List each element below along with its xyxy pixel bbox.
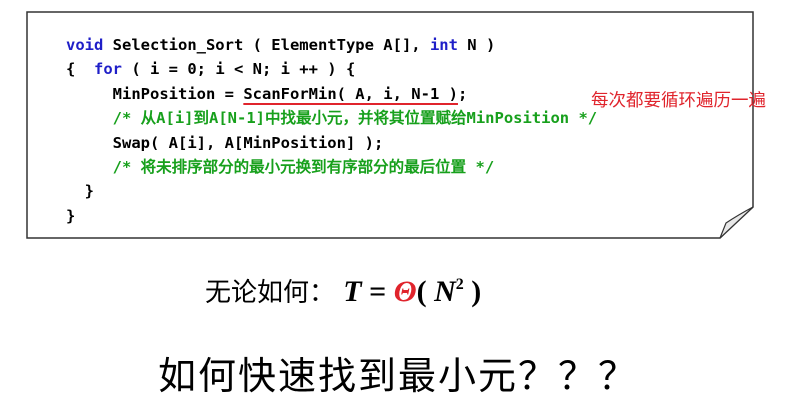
formula-label: 无论如何： [205, 278, 336, 308]
complexity-formula: 无论如何： T = Θ( N2 ) [205, 272, 481, 309]
code-comment: /* 从A[i]到A[N-1]中找最小元，并将其位置赋给MinPosition … [112, 109, 598, 128]
formula-math: T = Θ( N2 ) [343, 275, 482, 308]
code-line-7: } [66, 182, 94, 201]
code-line-5: Swap( A[i], A[MinPosition] ); [112, 133, 384, 152]
code-line-1: void Selection_Sort ( ElementType A[], i… [66, 36, 496, 54]
scan-for-min-call: ScanForMin( A, i, N-1 ) [243, 84, 458, 103]
keyword-int: int [429, 36, 458, 54]
loop-note: 每次都要循环遍历一遍 [591, 91, 766, 111]
keyword-for: for [94, 60, 122, 79]
code-line-4: /* 从A[i]到A[N-1]中找最小元，并将其位置赋给MinPosition … [66, 109, 597, 127]
code-line-3: MinPosition = ScanForMin( A, i, N-1 ); [112, 84, 468, 103]
code-line-6: /* 将未排序部分的最小元换到有序部分的最后位置 */ [66, 158, 495, 177]
code-line-2: { for ( i = 0; i < N; i ++ ) { [66, 60, 356, 79]
theta-symbol: Θ [393, 275, 417, 308]
code-block: void Selection_Sort ( ElementType A[], i… [66, 33, 597, 228]
question-text: 如何快速找到最小元？？？ [158, 354, 639, 398]
keyword-void: void [66, 36, 104, 54]
code-card: void Selection_Sort ( ElementType A[], i… [26, 11, 766, 239]
code-comment: /* 将未排序部分的最小元换到有序部分的最后位置 */ [112, 158, 495, 177]
code-line-8: } [66, 206, 76, 225]
